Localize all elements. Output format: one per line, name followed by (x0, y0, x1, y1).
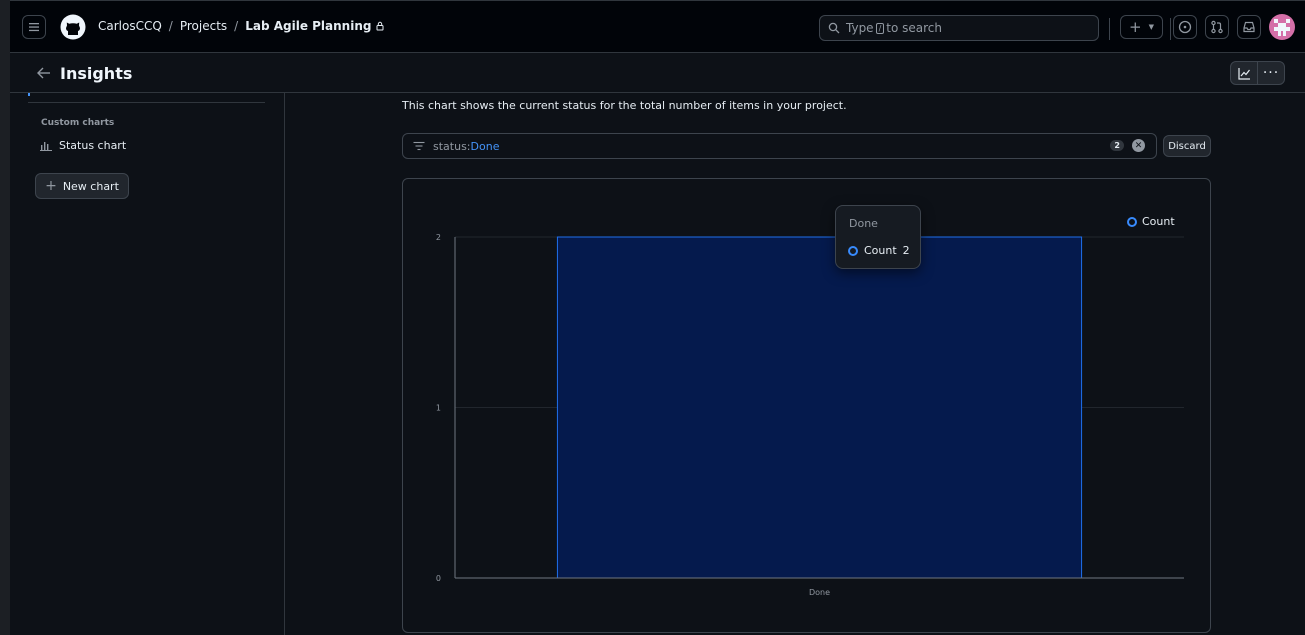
chart-tooltip: Done Count 2 (835, 205, 921, 269)
bar (556, 236, 1083, 579)
status-chart: 0 1 2 Done (436, 233, 1184, 597)
tooltip-row: Count 2 (848, 244, 910, 257)
y-tick-label: 1 (436, 404, 441, 413)
tooltip-title: Done (849, 217, 878, 230)
y-tick-label: 0 (436, 574, 441, 583)
tooltip-series: Count (864, 244, 897, 257)
chart-legend[interactable]: Count (1127, 215, 1175, 228)
legend-marker-icon (1127, 216, 1137, 227)
tooltip-value: 2 (902, 244, 910, 257)
y-tick-label: 2 (436, 233, 441, 242)
legend-label: Count (1142, 215, 1175, 228)
tooltip-marker-icon (848, 245, 858, 256)
x-tick-label: Done (809, 588, 830, 597)
